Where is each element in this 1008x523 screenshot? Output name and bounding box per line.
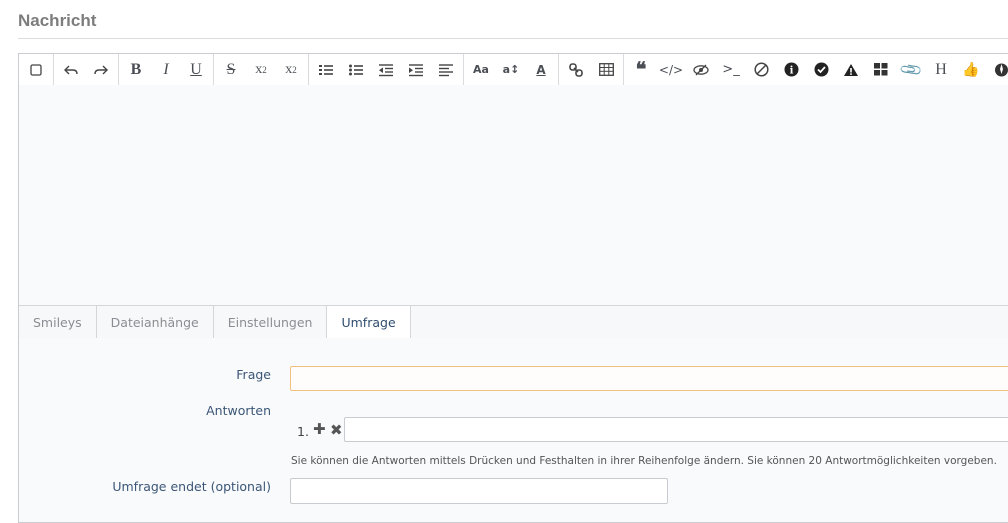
svg-text:i: i — [789, 66, 793, 77]
editor-toolbar: B I U S x2 x2 Aa a↕ A ❝ </> >_ i 📎 H 👍 — [19, 54, 1008, 86]
font-family-icon[interactable]: Aa — [466, 55, 496, 85]
link-icon[interactable] — [561, 55, 591, 85]
message-editor: B I U S x2 x2 Aa a↕ A ❝ </> >_ i 📎 H 👍 S… — [18, 53, 1008, 523]
warning-icon[interactable] — [836, 55, 866, 85]
redo-icon[interactable] — [86, 55, 116, 85]
table-icon[interactable] — [591, 55, 621, 85]
check-circle-icon[interactable] — [806, 55, 836, 85]
message-textarea[interactable] — [19, 85, 1008, 305]
info-icon[interactable]: i — [776, 55, 806, 85]
underline-icon[interactable]: U — [181, 55, 211, 85]
answer-input[interactable] — [344, 417, 1008, 442]
undo-icon[interactable] — [56, 55, 86, 85]
ordered-list-icon[interactable] — [311, 55, 341, 85]
outdent-icon[interactable] — [371, 55, 401, 85]
editor-tabs: Smileys Dateianhänge Einstellungen Umfra… — [19, 305, 1008, 340]
italic-icon[interactable]: I — [151, 55, 181, 85]
superscript-icon[interactable]: x2 — [276, 55, 306, 85]
quote-icon[interactable]: ❝ — [626, 55, 656, 85]
tab-attachments[interactable]: Dateianhänge — [97, 306, 214, 338]
bold-icon[interactable]: B — [121, 55, 151, 85]
inline-code-icon[interactable]: >_ — [716, 55, 746, 85]
tab-poll[interactable]: Umfrage — [327, 306, 411, 340]
answer-number: 1. — [297, 424, 309, 439]
font-color-icon[interactable]: A — [526, 55, 556, 85]
subscript-icon[interactable]: x2 — [246, 55, 276, 85]
code-icon[interactable]: </> — [656, 55, 686, 85]
align-icon[interactable] — [431, 55, 461, 85]
remove-answer-icon[interactable]: ✖ — [330, 421, 343, 439]
question-input[interactable] — [290, 366, 1008, 391]
end-date-input[interactable] — [290, 478, 668, 504]
end-date-label: Umfrage endet (optional) — [112, 479, 271, 494]
font-size-icon[interactable]: a↕ — [496, 55, 526, 85]
add-answer-icon[interactable]: ✚ — [313, 420, 326, 438]
spoiler-icon[interactable] — [686, 55, 716, 85]
unordered-list-icon[interactable] — [341, 55, 371, 85]
question-label: Frage — [236, 367, 271, 382]
answers-label: Antworten — [206, 403, 271, 418]
strikethrough-icon[interactable]: S — [216, 55, 246, 85]
indent-icon[interactable] — [401, 55, 431, 85]
divider — [18, 38, 1008, 39]
section-title: Nachricht — [18, 11, 97, 30]
tab-settings[interactable]: Einstellungen — [214, 306, 328, 338]
answers-hint: Sie können die Antworten mittels Drücken… — [291, 455, 997, 467]
tab-smileys[interactable]: Smileys — [19, 306, 97, 338]
thumbs-up-icon[interactable]: 👍 — [956, 55, 986, 85]
checkbox-icon[interactable] — [21, 55, 51, 85]
poll-panel: Frage Antworten 1. ✚ ✖ Sie können die An… — [19, 338, 1008, 522]
strike-circle-icon[interactable] — [746, 55, 776, 85]
rebel-icon[interactable] — [986, 55, 1008, 85]
